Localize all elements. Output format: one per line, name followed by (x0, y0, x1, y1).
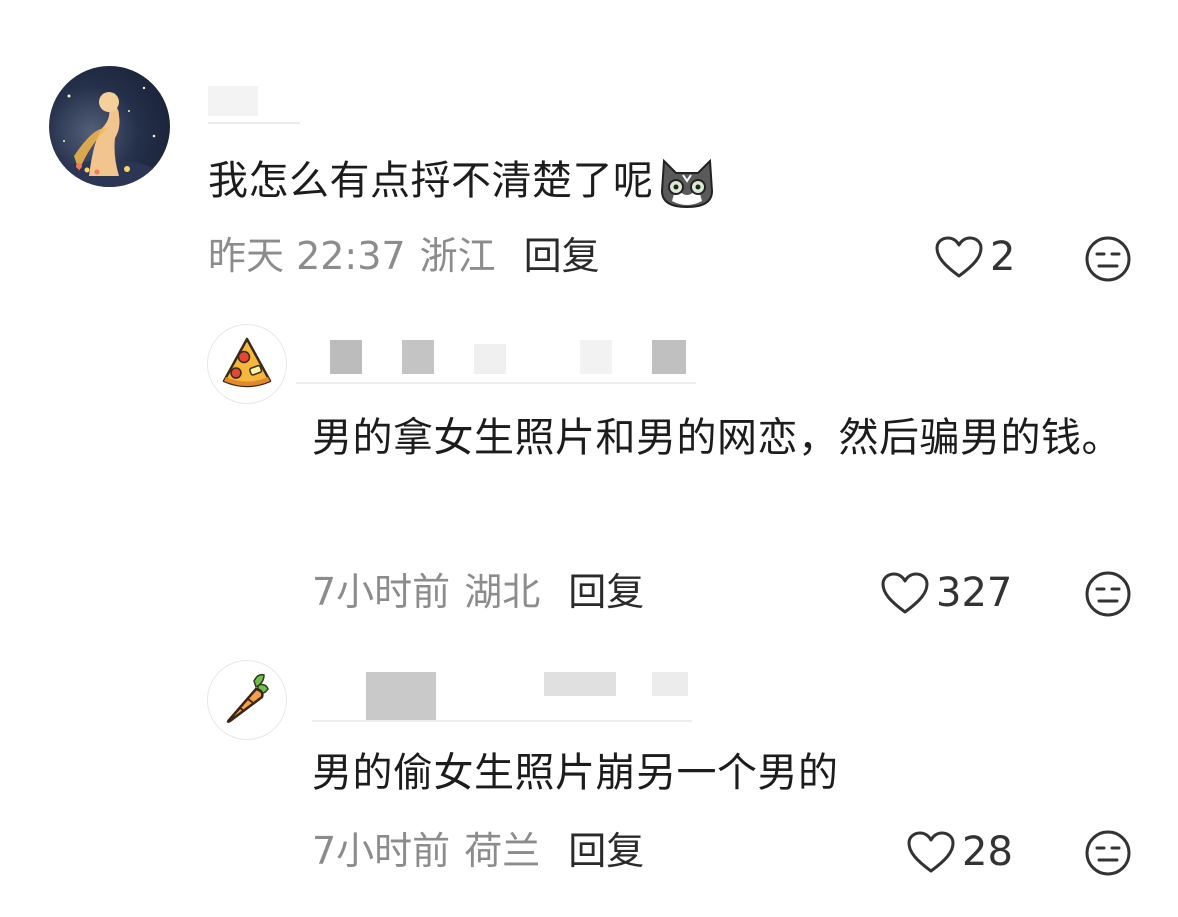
comment-time: 7小时前 (312, 829, 451, 873)
like-count: 327 (936, 570, 1013, 616)
reply-button[interactable]: 回复 (568, 570, 644, 614)
avatar[interactable] (207, 660, 287, 740)
like-count: 28 (962, 829, 1013, 875)
like-button[interactable]: 2 (934, 234, 1015, 280)
like-button[interactable]: 28 (906, 829, 1013, 875)
comment-region: 湖北 (464, 570, 541, 614)
cat-emoji-icon (660, 158, 713, 209)
meh-face-icon[interactable] (1084, 829, 1132, 877)
comment-time: 7小时前 (312, 570, 451, 614)
avatar[interactable] (49, 66, 170, 187)
pizza-avatar-icon (222, 337, 272, 388)
reply-button[interactable]: 回复 (568, 829, 644, 873)
comment-body: 男的偷女生照片崩另一个男的 (312, 750, 839, 796)
comment-meta: 昨天 22:37 浙江 回复 (208, 232, 600, 280)
comment-text: 我怎么有点捋不清楚了呢 (208, 143, 828, 219)
comment-meta: 7小时前 荷兰 回复 (312, 827, 644, 875)
comment-body: 我怎么有点捋不清楚了呢 (208, 158, 654, 204)
carrot-avatar-icon (226, 673, 269, 723)
like-count: 2 (990, 234, 1016, 280)
meh-face-icon[interactable] (1084, 570, 1132, 618)
like-button[interactable]: 327 (880, 570, 1012, 616)
starry-night-avatar-icon (61, 86, 157, 187)
heart-outline-icon (935, 236, 983, 278)
blurred-username[interactable] (208, 86, 300, 124)
comment-body: 男的拿女生照片和男的网恋，然后骗男的钱。 (312, 415, 1122, 461)
heart-outline-icon (907, 831, 955, 873)
reply-button[interactable]: 回复 (524, 234, 600, 278)
comment-region: 浙江 (419, 234, 496, 278)
blurred-username[interactable] (312, 670, 692, 722)
blurred-username[interactable] (296, 338, 696, 384)
comment-text: 男的偷女生照片崩另一个男的 (312, 735, 1132, 811)
avatar[interactable] (207, 324, 287, 404)
comment-region: 荷兰 (464, 829, 541, 873)
comment-text: 男的拿女生照片和男的网恋，然后骗男的钱。 (312, 400, 1132, 476)
comment-meta: 7小时前 湖北 回复 (312, 568, 644, 616)
heart-outline-icon (881, 572, 929, 614)
meh-face-icon[interactable] (1084, 235, 1132, 283)
comment-time: 昨天 22:37 (208, 234, 406, 278)
